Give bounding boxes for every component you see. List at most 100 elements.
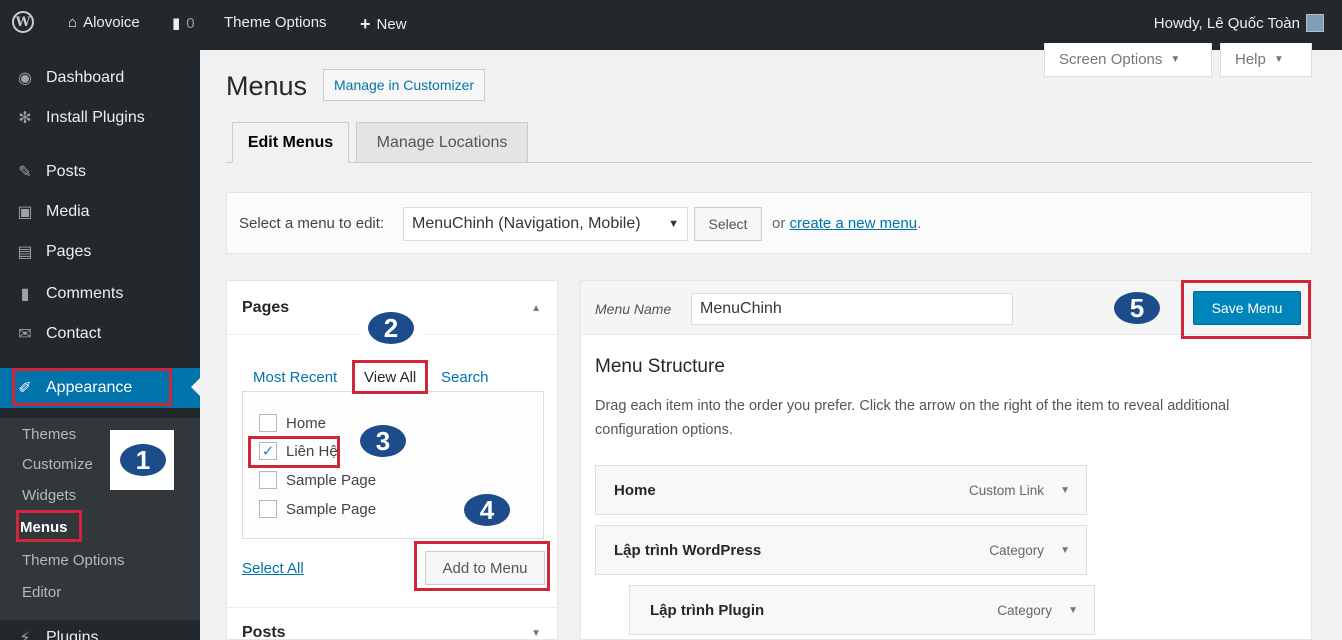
list-item[interactable]: Sample Page [259, 500, 376, 518]
posts-panel-title: Posts [242, 624, 286, 640]
or-label: or [772, 215, 786, 232]
home-icon: ⌂ [68, 14, 78, 31]
menu-edit-panel: Menu Name MenuChinh Save Menu Menu Struc… [580, 280, 1312, 640]
sidebar-item-plugins[interactable]: ⚡ Plugins [0, 620, 200, 640]
sidebar-item-label: Appearance [46, 379, 133, 396]
submenu-item-theme-options[interactable]: Theme Options [22, 552, 125, 569]
checkbox[interactable] [259, 414, 277, 432]
expand-arrow-icon[interactable]: ▼ [1068, 605, 1078, 616]
gear-icon: ✻ [18, 110, 32, 127]
comment-icon: ▮ [20, 286, 30, 303]
mail-icon: ✉ [18, 326, 32, 343]
list-item[interactable]: Home [259, 414, 326, 432]
step-badge-4: 4 [464, 494, 510, 526]
page-label: Sample Page [286, 471, 377, 489]
menu-item-title: Lập trình Plugin [650, 602, 765, 619]
new-content-link[interactable]: + New [360, 14, 407, 35]
menu-item-type: Category [997, 603, 1052, 618]
account-menu[interactable]: Howdy, Lê Quốc Toàn [1154, 14, 1324, 32]
avatar [1306, 14, 1324, 32]
tab-manage-locations[interactable]: Manage Locations [356, 122, 528, 163]
select-all-link[interactable]: Select All [242, 560, 304, 577]
sidebar-item-contact[interactable]: ✉ Contact [0, 316, 200, 352]
caret-down-icon: ▼ [668, 218, 679, 230]
brush-icon: ✐ [18, 380, 32, 397]
sidebar-item-install-plugins[interactable]: ✻ Install Plugins [0, 100, 200, 136]
save-menu-button[interactable]: Save Menu [1193, 291, 1301, 325]
plus-icon: + [360, 14, 371, 34]
sidebar-item-comments[interactable]: ▮ Comments [0, 276, 200, 312]
sidebar-item-label: Media [46, 203, 90, 220]
theme-options-label: Theme Options [224, 14, 327, 31]
theme-options-link[interactable]: Theme Options [224, 14, 327, 31]
tab-edit-menus[interactable]: Edit Menus [232, 122, 349, 163]
sidebar-item-appearance[interactable]: ✐ Appearance [0, 368, 200, 408]
tab-most-recent[interactable]: Most Recent [253, 369, 337, 386]
comments-count: 0 [186, 14, 195, 32]
collapse-arrow-icon[interactable]: ▲ [531, 303, 541, 314]
menu-item-child[interactable]: Lập trình Plugin Category ▼ [629, 585, 1095, 635]
pin-icon: ✎ [18, 164, 32, 181]
posts-panel-header[interactable]: Posts ▼ [227, 607, 557, 640]
period-label: . [917, 215, 922, 232]
sidebar-item-media[interactable]: ▣ Media [0, 194, 200, 230]
tab-view-all[interactable]: View All [364, 369, 416, 386]
menu-item-type: Category [989, 543, 1044, 558]
menu-item-type: Custom Link [968, 483, 1044, 498]
menu-name-value: MenuChinh [700, 300, 782, 317]
sidebar-item-dashboard[interactable]: ◉ Dashboard [0, 60, 200, 96]
checkbox-checked[interactable]: ✓ [259, 442, 277, 460]
dashboard-icon: ◉ [18, 70, 32, 87]
menu-structure-heading: Menu Structure [595, 356, 725, 377]
step-badge-1: 1 [120, 444, 166, 476]
submenu-item-themes[interactable]: Themes [22, 426, 76, 443]
submenu-item-customize[interactable]: Customize [22, 456, 93, 473]
list-item[interactable]: Sample Page [259, 471, 376, 489]
sidebar-item-label: Plugins [46, 629, 99, 640]
submenu-item-menus[interactable]: Menus [20, 519, 68, 536]
menu-item[interactable]: Lập trình WordPress Category ▼ [595, 525, 1087, 575]
wordpress-icon: W [12, 11, 34, 33]
menu-item-title: Home [614, 482, 656, 499]
sidebar-item-label: Comments [46, 285, 124, 302]
menu-name-label: Menu Name [595, 301, 672, 317]
media-icon: ▣ [17, 204, 33, 221]
expand-arrow-icon[interactable]: ▼ [531, 628, 541, 639]
comments-link[interactable]: ▮ 0 [172, 14, 195, 33]
screen-options-label: Screen Options [1059, 51, 1163, 68]
wordpress-logo-button[interactable]: W [12, 11, 34, 33]
manage-in-customizer-button[interactable]: Manage in Customizer [323, 69, 486, 101]
menu-structure-description: Drag each item into the order you prefer… [595, 398, 1230, 438]
expand-arrow-icon[interactable]: ▼ [1060, 545, 1070, 556]
plug-icon: ⚡ [19, 630, 31, 640]
sidebar-item-label: Posts [46, 163, 87, 180]
screen-options-button[interactable]: Screen Options ▼ [1044, 43, 1212, 77]
site-name-link[interactable]: ⌂ Alovoice [68, 14, 140, 31]
menu-item[interactable]: Home Custom Link ▼ [595, 465, 1087, 515]
new-label: New [376, 16, 407, 33]
current-menu-arrow [191, 378, 200, 396]
select-button[interactable]: Select [694, 207, 762, 241]
list-item[interactable]: ✓ Liên Hệ [259, 442, 338, 460]
caret-down-icon: ▼ [1273, 54, 1284, 65]
checkbox[interactable] [259, 471, 277, 489]
page-label: Home [286, 414, 327, 432]
page-title: Menus [226, 71, 308, 101]
checkbox[interactable] [259, 500, 277, 518]
page-label: Sample Page [286, 500, 377, 518]
step-badge-3: 3 [360, 425, 406, 457]
submenu-item-editor[interactable]: Editor [22, 584, 61, 601]
menu-select-dropdown[interactable]: MenuChinh (Navigation, Mobile) ▼ [403, 207, 688, 241]
step-badge-2: 2 [368, 312, 414, 344]
create-new-menu-link[interactable]: create a new menu [790, 215, 918, 232]
sidebar-item-posts[interactable]: ✎ Posts [0, 154, 200, 190]
menu-name-input[interactable]: MenuChinh [691, 293, 1013, 325]
help-button[interactable]: Help ▼ [1220, 43, 1312, 77]
tab-search[interactable]: Search [441, 369, 489, 386]
sidebar-item-label: Install Plugins [46, 109, 145, 126]
sidebar-item-pages[interactable]: ▤ Pages [0, 234, 200, 270]
submenu-item-widgets[interactable]: Widgets [22, 487, 76, 504]
expand-arrow-icon[interactable]: ▼ [1060, 485, 1070, 496]
caret-down-icon: ▼ [1170, 54, 1181, 65]
add-to-menu-button[interactable]: Add to Menu [425, 551, 545, 585]
